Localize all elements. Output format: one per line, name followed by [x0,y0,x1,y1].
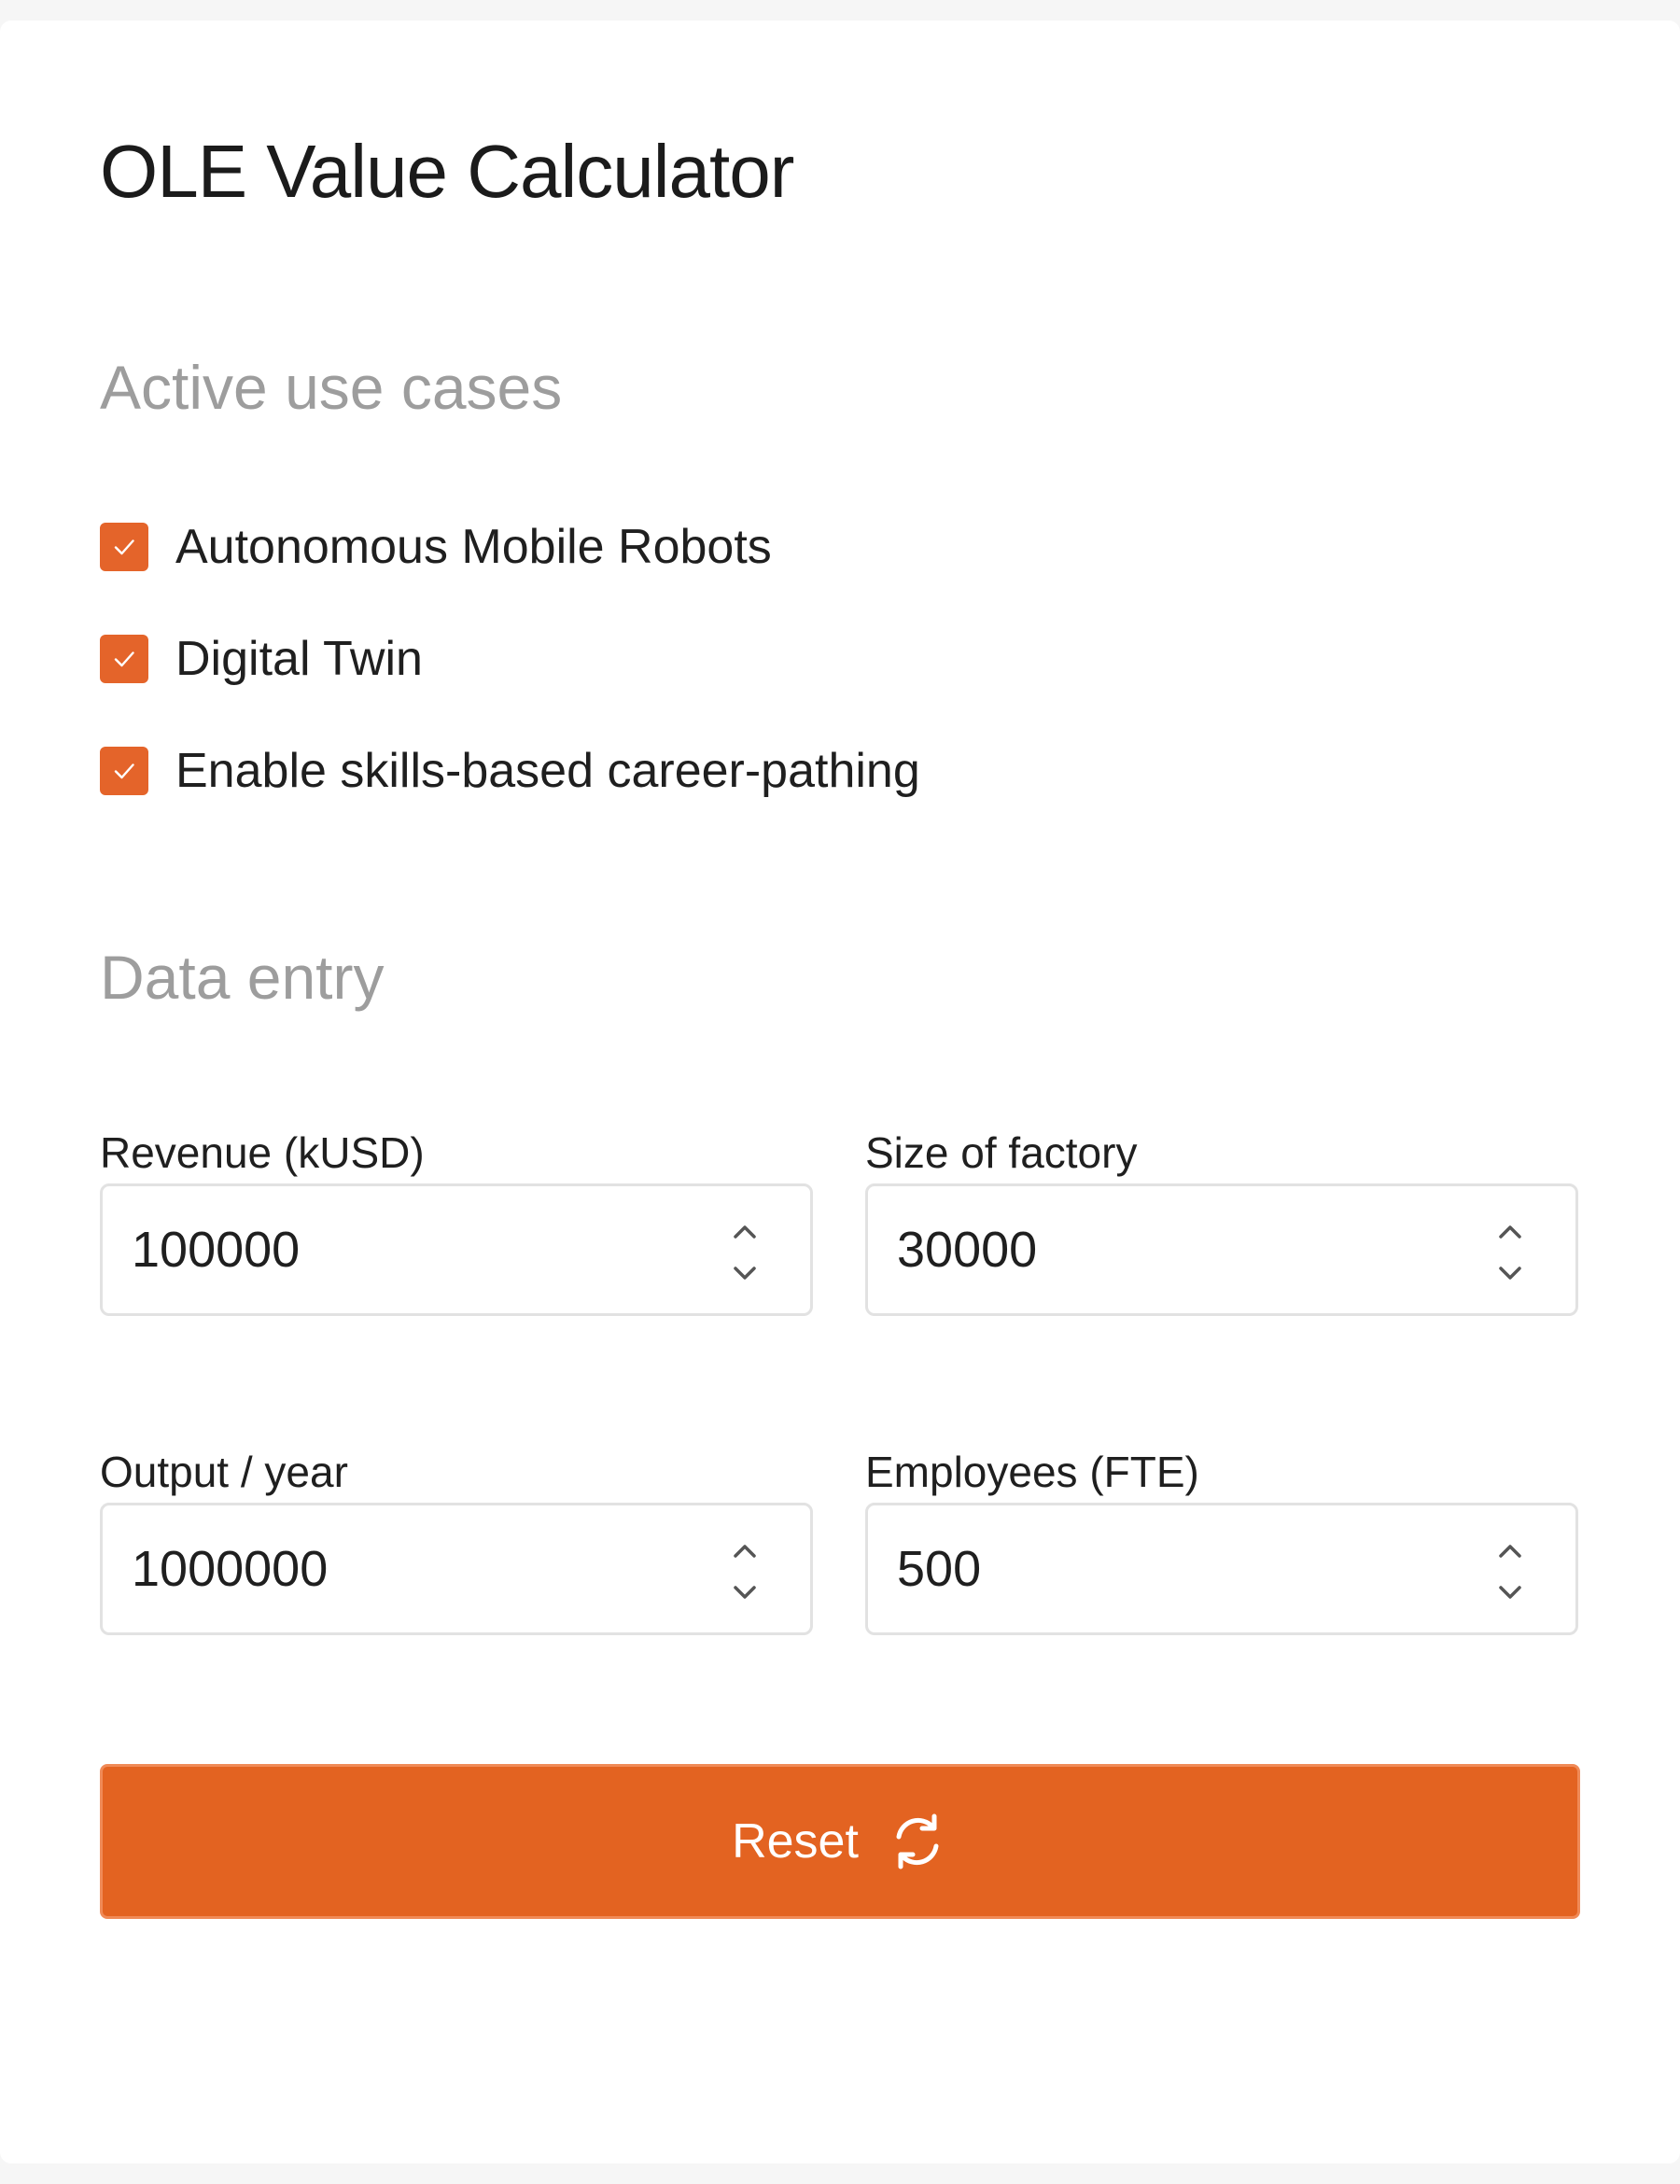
factory-size-value[interactable]: 30000 [897,1225,1037,1275]
checkbox-label: Enable skills-based career-pathing [175,744,920,798]
revenue-input[interactable]: 100000 [100,1183,813,1316]
revenue-value[interactable]: 100000 [132,1225,300,1275]
checkbox-checked-icon[interactable] [100,523,148,571]
checkbox-label: Digital Twin [175,632,423,686]
number-stepper-icon[interactable] [1493,1543,1527,1601]
employees-input[interactable]: 500 [865,1503,1578,1635]
reset-button[interactable]: Reset [100,1764,1580,1919]
employees-label: Employees (FTE) [865,1448,1199,1496]
checkbox-checked-icon[interactable] [100,635,148,683]
number-stepper-icon[interactable] [728,1224,762,1281]
checkbox-label: Autonomous Mobile Robots [175,520,772,574]
employees-value[interactable]: 500 [897,1544,981,1594]
calculator-card: OLE Value Calculator Active use cases Au… [0,21,1680,2163]
use-cases-heading: Active use cases [100,353,563,422]
checkbox-autonomous-mobile-robots[interactable]: Autonomous Mobile Robots [100,519,772,575]
checkbox-digital-twin[interactable]: Digital Twin [100,631,423,687]
checkbox-checked-icon[interactable] [100,747,148,795]
output-per-year-value[interactable]: 1000000 [132,1544,328,1594]
data-entry-heading: Data entry [100,943,385,1012]
reset-button-label: Reset [732,1814,859,1869]
revenue-label: Revenue (kUSD) [100,1128,425,1177]
factory-size-label: Size of factory [865,1128,1138,1177]
number-stepper-icon[interactable] [1493,1224,1527,1281]
output-per-year-input[interactable]: 1000000 [100,1503,813,1635]
output-per-year-label: Output / year [100,1448,348,1496]
checkbox-skills-based-career-pathing[interactable]: Enable skills-based career-pathing [100,743,920,799]
factory-size-input[interactable]: 30000 [865,1183,1578,1316]
number-stepper-icon[interactable] [728,1543,762,1601]
page-title: OLE Value Calculator [100,130,794,213]
refresh-icon [887,1811,948,1872]
